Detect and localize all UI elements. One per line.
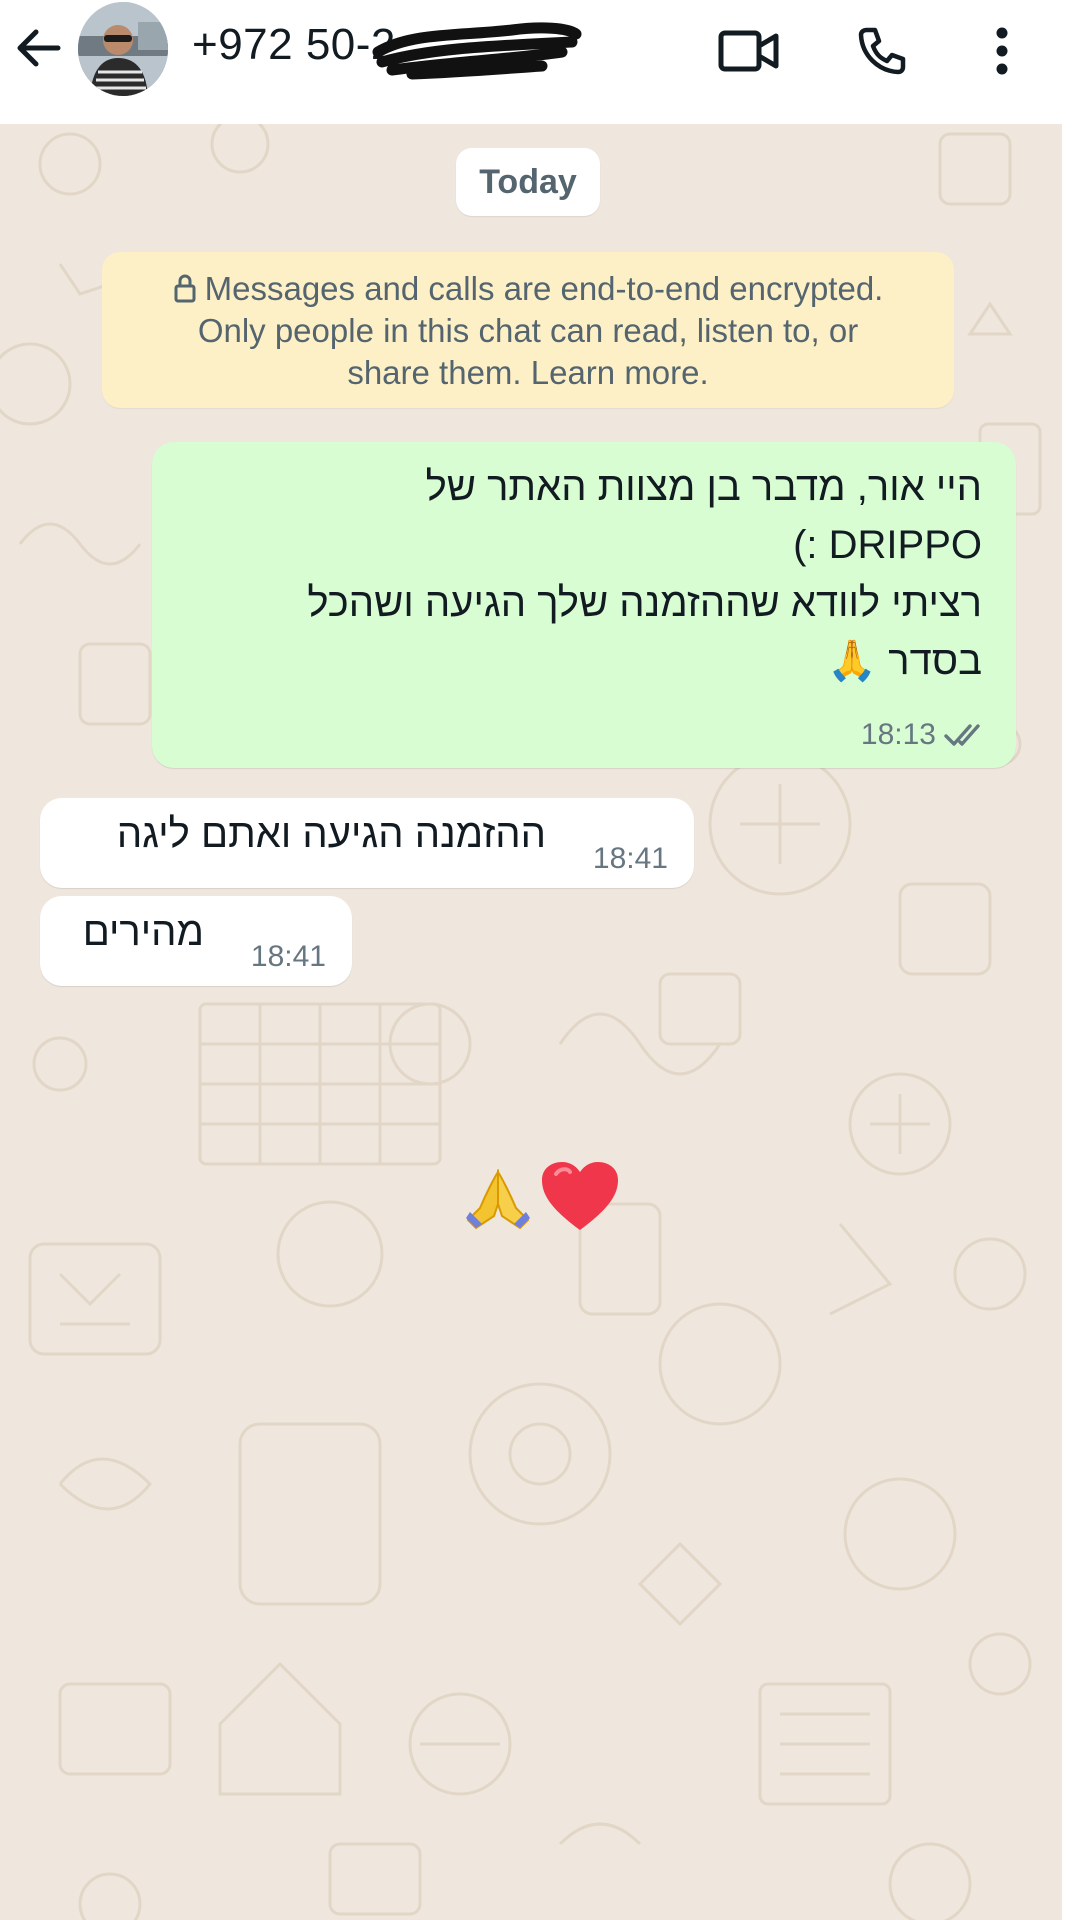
encryption-notice[interactable]: Messages and calls are end-to-end encryp… bbox=[102, 252, 954, 408]
date-separator: Today bbox=[456, 148, 600, 216]
screen-edge bbox=[1062, 124, 1080, 1920]
encryption-notice-line-1: Messages and calls are end-to-end encryp… bbox=[102, 268, 954, 310]
more-vertical-icon bbox=[996, 27, 1008, 75]
contact-avatar[interactable] bbox=[78, 2, 168, 96]
avatar-photo bbox=[78, 2, 168, 96]
message-text: היי אור, מדבר בן מצוות האתר של DRIPPO :)… bbox=[307, 458, 982, 690]
phone-icon bbox=[858, 27, 906, 75]
message-text: מהירים bbox=[82, 910, 204, 954]
encryption-notice-text-1: Messages and calls are end-to-end encryp… bbox=[204, 270, 884, 307]
back-button[interactable] bbox=[10, 26, 66, 70]
chat-header: +972 50-2 bbox=[0, 0, 1080, 124]
emoji-message[interactable] bbox=[460, 1160, 620, 1232]
message-time: 18:41 bbox=[250, 940, 326, 973]
encryption-notice-line-3: share them. Learn more. bbox=[347, 354, 709, 391]
message-time: 18:13 bbox=[860, 718, 936, 751]
outgoing-message-bubble[interactable]: היי אור, מדבר בן מצוות האתר של DRIPPO :)… bbox=[152, 442, 1016, 768]
message-line: בסדר 🙏 bbox=[827, 639, 982, 683]
chat-background: Today Messages and calls are end-to-end … bbox=[0, 124, 1062, 1920]
message-line: רציתי לוודא שההזמנה שלך הגיעה ושהכל bbox=[307, 581, 982, 625]
contact-name[interactable]: +972 50-2 bbox=[192, 20, 396, 70]
encryption-notice-line-2: Only people in this chat can read, liste… bbox=[197, 312, 859, 349]
message-text: ההזמנה הגיעה ואתם ליגה bbox=[116, 812, 546, 856]
voice-call-button[interactable] bbox=[850, 20, 914, 82]
chat-screen: +972 50-2 Today Messages and calls are e… bbox=[0, 0, 1080, 1920]
folded-hands-emoji-icon bbox=[466, 1168, 530, 1230]
incoming-message-bubble[interactable]: ההזמנה הגיעה ואתם ליגה 18:41 bbox=[40, 798, 694, 888]
arrow-left-icon bbox=[17, 29, 61, 67]
message-line: היי אור, מדבר בן מצוות האתר של bbox=[425, 465, 982, 509]
message-time: 18:41 bbox=[592, 842, 668, 875]
incoming-message-bubble[interactable]: מהירים 18:41 bbox=[40, 896, 352, 986]
video-call-button[interactable] bbox=[712, 20, 786, 82]
redaction-scribble bbox=[372, 22, 582, 80]
video-camera-icon bbox=[718, 30, 779, 72]
read-double-check-icon bbox=[944, 724, 980, 746]
lock-icon bbox=[174, 274, 196, 303]
red-heart-emoji-icon bbox=[542, 1162, 618, 1230]
message-meta: 18:13 bbox=[861, 718, 988, 752]
more-options-button[interactable] bbox=[980, 18, 1024, 84]
message-line: DRIPPO :) bbox=[793, 523, 982, 567]
